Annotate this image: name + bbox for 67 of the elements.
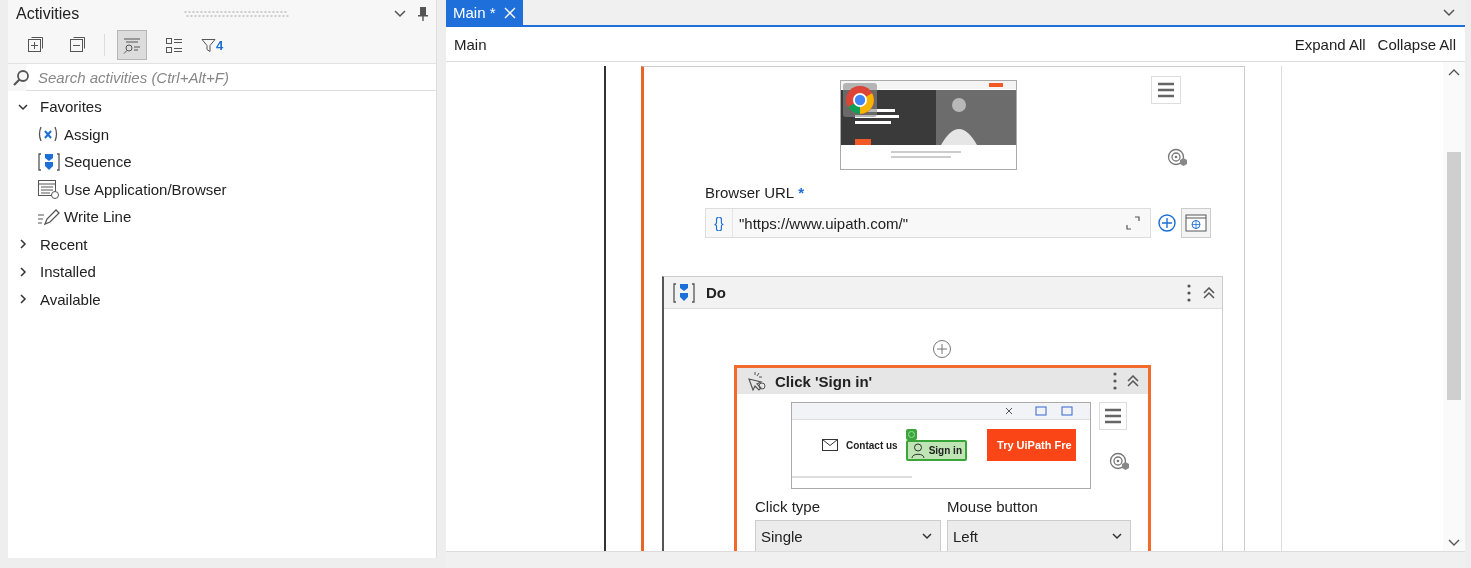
sequence-icon: [37, 151, 61, 172]
scrollbar-thumb[interactable]: [1447, 152, 1461, 400]
chevron-down-icon[interactable]: [1443, 8, 1455, 17]
search-icon: [12, 68, 30, 87]
list-view-icon: [164, 35, 184, 55]
field-label: Browser URL: [705, 184, 795, 201]
chevron-right-icon: [18, 239, 28, 250]
envelope-icon: [822, 439, 838, 451]
chevron-down-icon: [18, 101, 28, 112]
menu-icon[interactable]: [1151, 76, 1181, 104]
activity-item[interactable]: Use Application/Browser: [8, 175, 436, 203]
menu-icon[interactable]: [1099, 402, 1127, 430]
collapse-icon[interactable]: [1202, 286, 1216, 299]
url-field[interactable]: {} "https://www.uipath.com/": [705, 208, 1151, 238]
more-icon[interactable]: [1112, 372, 1118, 390]
link-text: Contact us: [846, 439, 898, 451]
chevron-down-icon: [922, 532, 932, 540]
scroll-down-icon[interactable]: [1448, 539, 1460, 547]
filter-icon: [201, 37, 216, 53]
window-icon: [37, 179, 61, 200]
activity-item[interactable]: Sequence: [8, 148, 436, 176]
sequence-icon: [672, 281, 696, 304]
document-tab[interactable]: Main *: [446, 0, 523, 25]
target-icon[interactable]: [1167, 148, 1187, 168]
tree-item[interactable]: Favorites: [8, 93, 436, 121]
target-icon[interactable]: [1109, 452, 1129, 472]
chevron-right-icon: [18, 266, 28, 277]
toolbar-drawing: [1006, 406, 1076, 416]
activity-title: Click 'Sign in': [775, 372, 873, 390]
dropdown[interactable]: Single: [755, 520, 941, 551]
activity-item[interactable]: Assign: [8, 120, 436, 148]
action-link[interactable]: Collapse All: [1377, 35, 1456, 53]
required-mark: *: [798, 184, 805, 201]
add-icon[interactable]: [932, 339, 952, 359]
pointer-click-icon: [745, 371, 767, 391]
expand-all-icon: [25, 35, 45, 55]
activity-card[interactable]: Click 'Sign in' Contact us Sign in Try UiPath Fre Click type Single Mouse button Left: [734, 365, 1151, 551]
sequence-title: Do: [706, 284, 726, 301]
pin-icon[interactable]: [418, 6, 428, 21]
link-text: Sign in: [928, 445, 962, 456]
breadcrumb[interactable]: Main: [454, 35, 487, 53]
scroll-up-icon[interactable]: [1448, 68, 1460, 76]
target-badge-icon: [905, 429, 917, 440]
collapse-all-icon: [67, 35, 87, 55]
field-label: Mouse button: [947, 498, 1039, 515]
tree-item[interactable]: Recent: [8, 230, 436, 258]
chevron-down-icon: [1112, 532, 1122, 540]
person-icon: [910, 443, 925, 458]
panel-title: Activities: [16, 4, 80, 23]
tree-item[interactable]: Available: [8, 285, 436, 313]
browser-window-icon[interactable]: [1181, 208, 1211, 238]
expand-icon[interactable]: [1126, 216, 1140, 230]
filter-button[interactable]: 4: [201, 37, 224, 53]
browser-logo-icon: [843, 83, 877, 117]
more-icon[interactable]: [1186, 283, 1192, 302]
chevron-down-icon[interactable]: [394, 9, 406, 18]
collapse-icon[interactable]: [1126, 375, 1140, 387]
cta-banner: Try UiPath Fre: [987, 429, 1076, 461]
field-label: Click type: [755, 498, 822, 515]
search-field[interactable]: Search activities (Ctrl+Alt+F): [26, 64, 436, 91]
activity-item[interactable]: Write Line: [8, 203, 436, 231]
close-icon[interactable]: [503, 6, 516, 19]
action-link[interactable]: Expand All: [1294, 35, 1366, 53]
tree-item[interactable]: Installed: [8, 258, 436, 286]
search-lines-icon: [122, 35, 142, 55]
dropdown[interactable]: Left: [947, 520, 1131, 551]
chevron-right-icon: [18, 294, 28, 305]
